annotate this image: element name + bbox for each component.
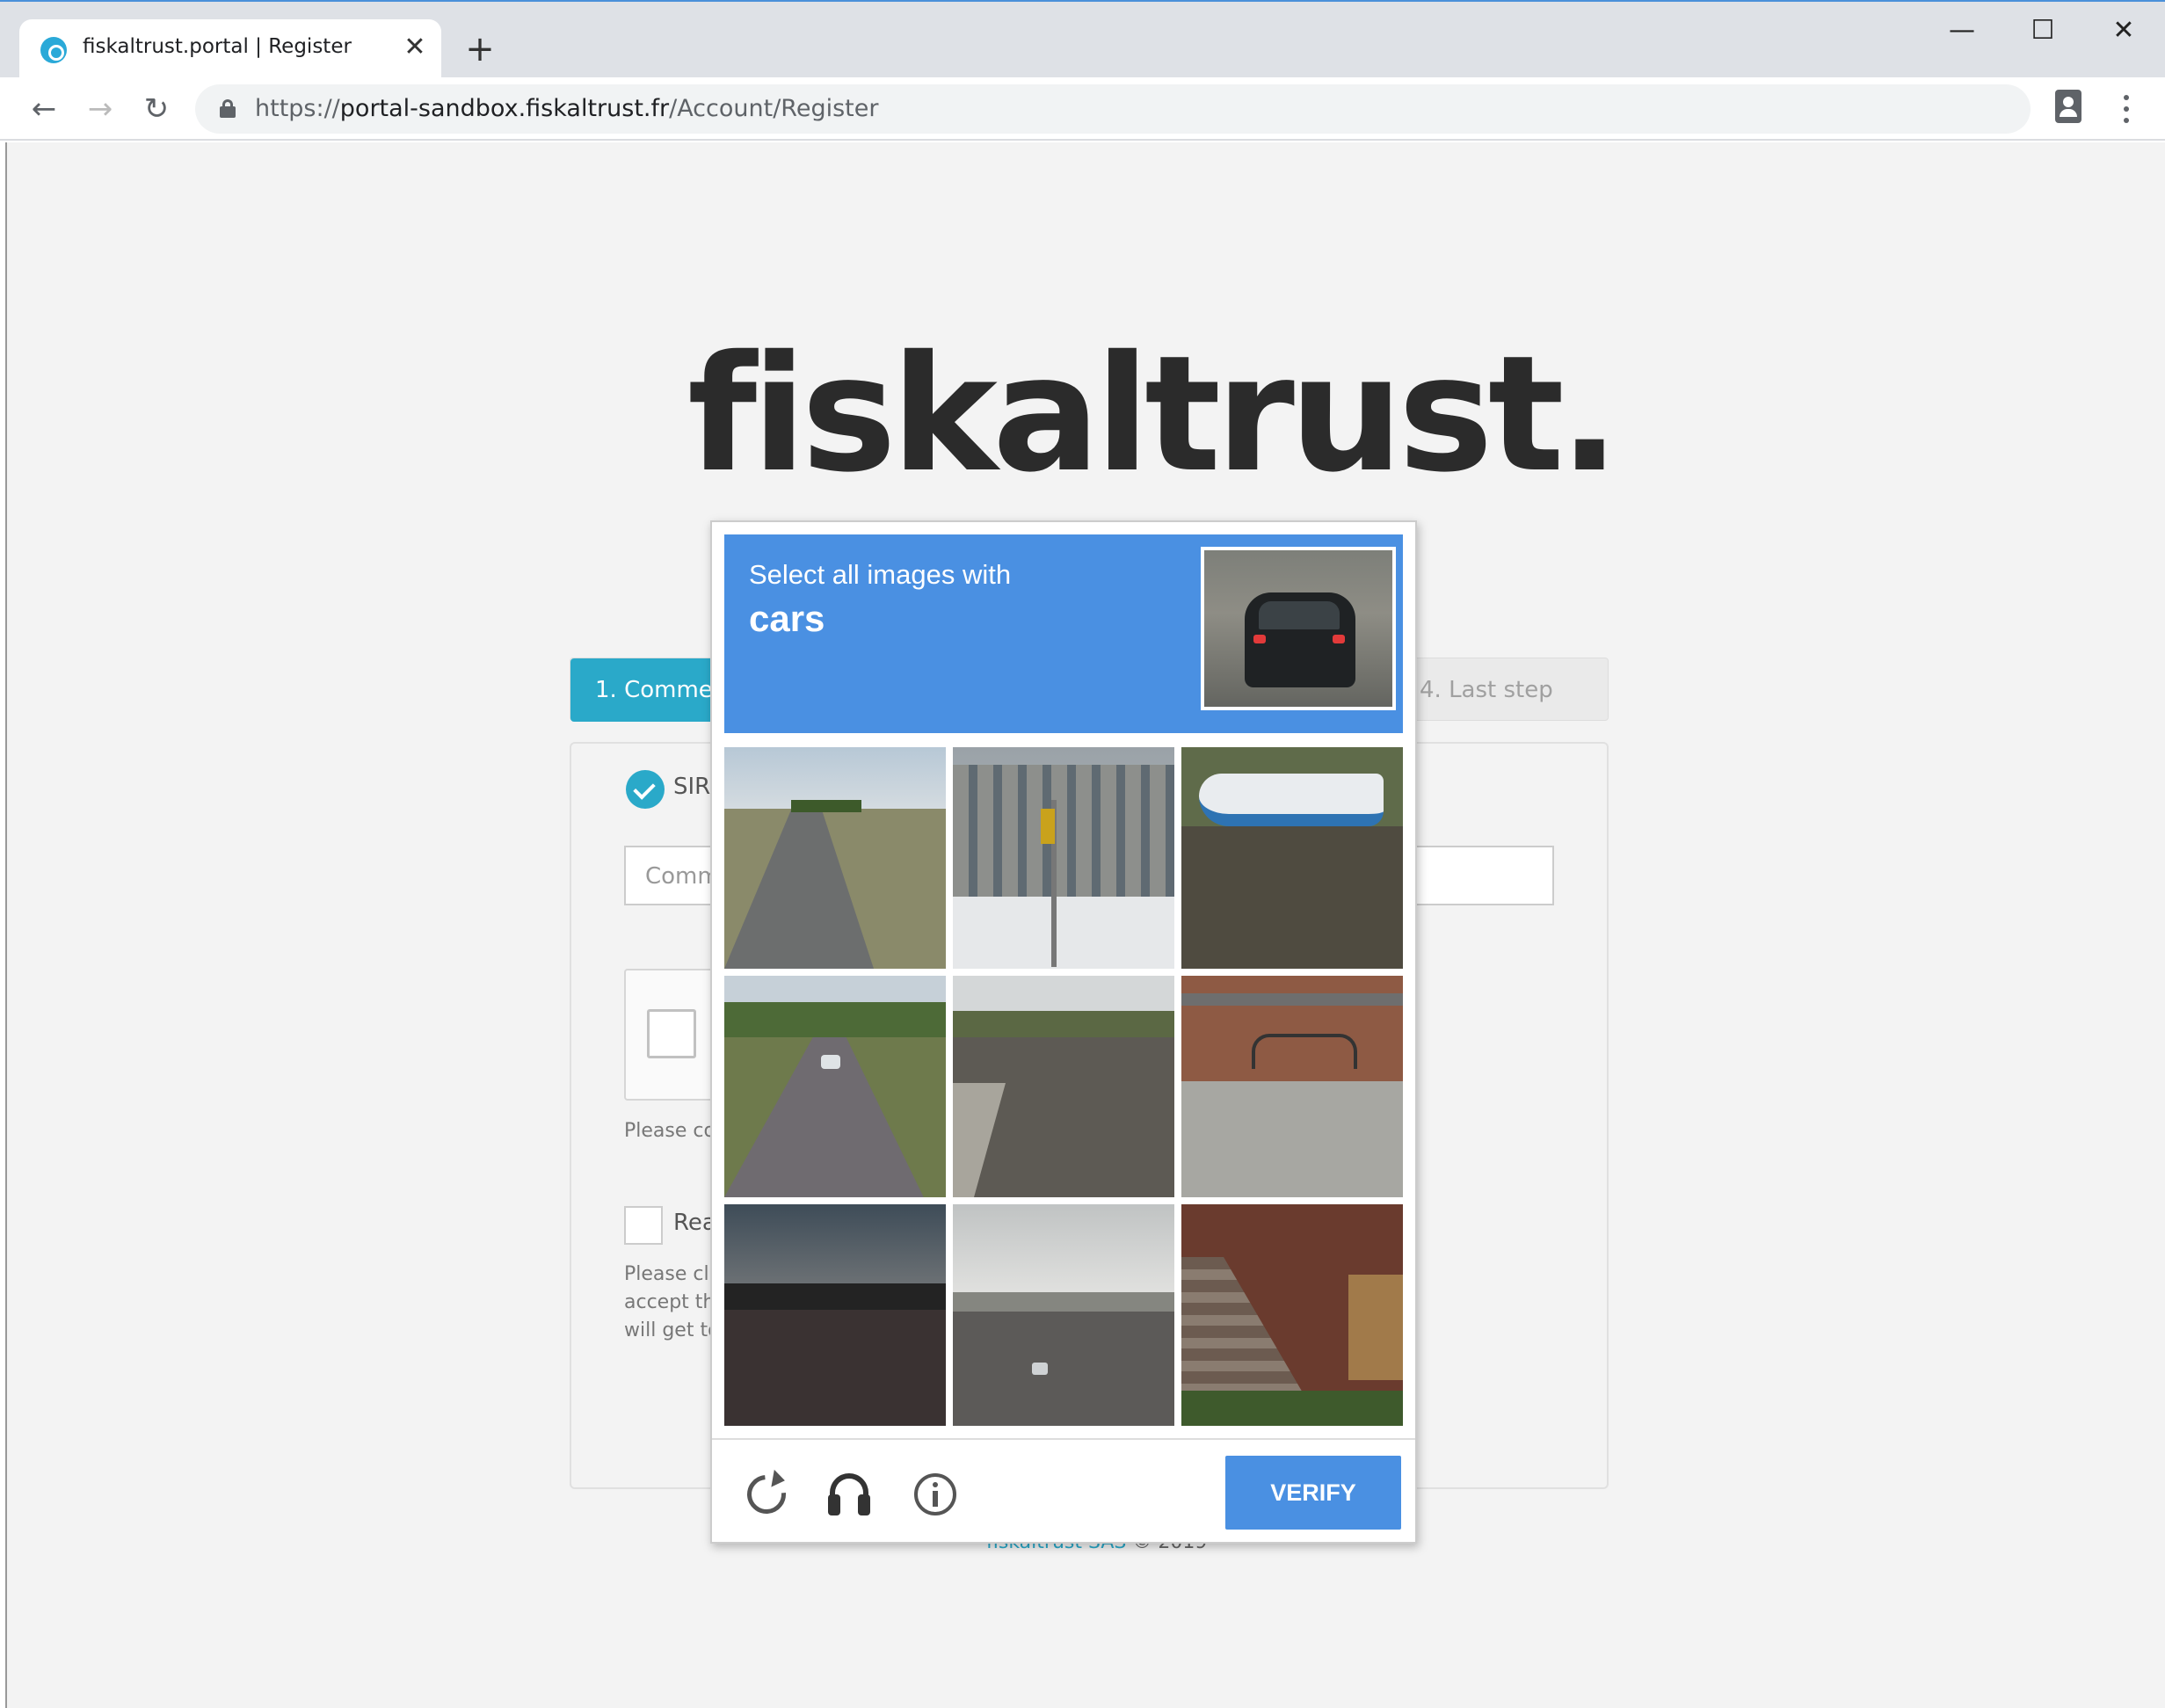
- favicon-icon: [40, 37, 67, 63]
- minimize-button[interactable]: —: [1936, 9, 1988, 53]
- toolbar: ← → ↻ https://portal-sandbox.fiskaltrust…: [0, 77, 2165, 141]
- browser-tab[interactable]: fiskaltrust.portal | Register ✕: [19, 19, 441, 79]
- url-text[interactable]: https://portal-sandbox.fiskaltrust.fr/Ac…: [255, 95, 878, 122]
- captcha-note: Please cor: [624, 1120, 723, 1142]
- headphones-icon[interactable]: [826, 1472, 872, 1517]
- image-tile[interactable]: [1181, 747, 1403, 969]
- terms-checkbox[interactable]: [624, 1206, 663, 1245]
- challenge-header: Select all images with cars: [724, 534, 1403, 733]
- new-tab-button[interactable]: +: [457, 26, 503, 72]
- tab-strip: fiskaltrust.portal | Register ✕ + — ☐ ✕: [0, 0, 2165, 79]
- fiskaltrust-logo: fiskaltrust.: [687, 321, 1620, 507]
- recaptcha-checkbox[interactable]: [647, 1009, 696, 1058]
- captcha-challenge: Select all images with cars VERIFY: [710, 520, 1417, 1544]
- step-4[interactable]: 4. Last step: [1420, 658, 1553, 722]
- image-tile[interactable]: [1181, 1204, 1403, 1426]
- challenge-footer: VERIFY: [712, 1438, 1415, 1544]
- check-icon[interactable]: [626, 770, 665, 809]
- image-tile[interactable]: [1181, 976, 1403, 1197]
- challenge-target: cars: [749, 598, 825, 639]
- image-tile[interactable]: [953, 976, 1174, 1197]
- tab-title: fiskaltrust.portal | Register: [83, 35, 352, 58]
- image-tile[interactable]: [724, 976, 946, 1197]
- close-tab-icon[interactable]: ✕: [397, 30, 432, 65]
- sample-car-image: [1201, 547, 1396, 710]
- close-window-button[interactable]: ✕: [2097, 9, 2150, 53]
- image-grid: [724, 747, 1406, 1429]
- profile-icon[interactable]: [2055, 90, 2081, 123]
- lock-icon[interactable]: [220, 99, 236, 118]
- maximize-button[interactable]: ☐: [2016, 9, 2069, 53]
- verify-button[interactable]: VERIFY: [1225, 1456, 1401, 1530]
- image-tile[interactable]: [953, 1204, 1174, 1426]
- address-bar[interactable]: https://portal-sandbox.fiskaltrust.fr/Ac…: [195, 84, 2031, 134]
- forward-button[interactable]: →: [79, 88, 121, 130]
- info-icon[interactable]: [912, 1472, 958, 1517]
- back-button[interactable]: ←: [23, 88, 65, 130]
- reload-icon[interactable]: [739, 1467, 794, 1522]
- image-tile[interactable]: [724, 747, 946, 969]
- reload-button[interactable]: ↻: [135, 88, 178, 130]
- image-tile[interactable]: [724, 1204, 946, 1426]
- menu-icon[interactable]: [2113, 88, 2140, 130]
- challenge-instruction: Select all images with: [749, 559, 1012, 590]
- image-tile[interactable]: [953, 747, 1174, 969]
